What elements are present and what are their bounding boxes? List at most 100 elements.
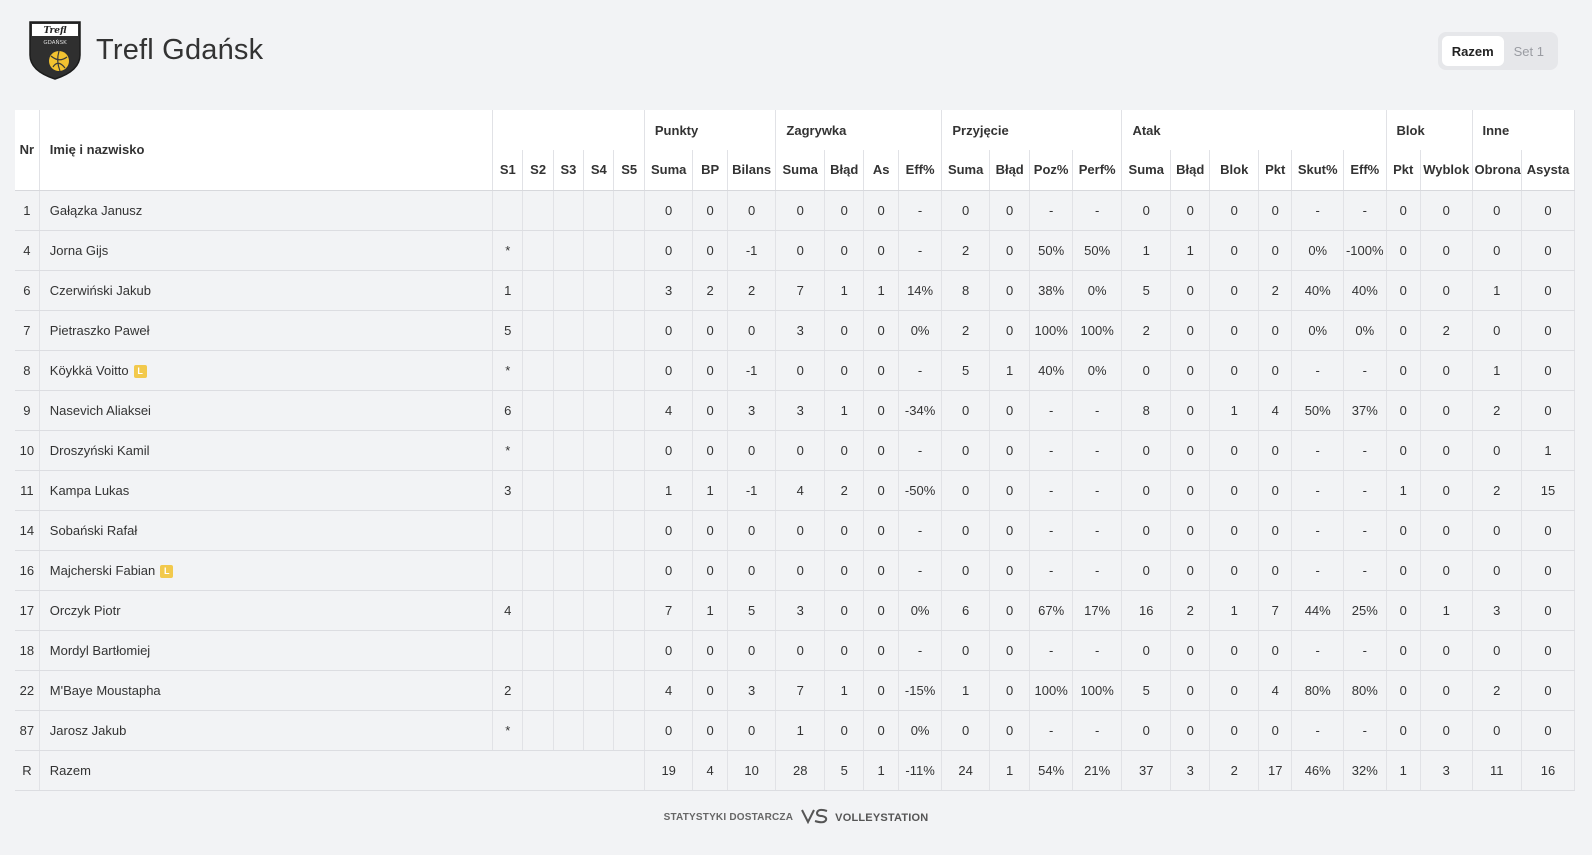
- subheader-0[interactable]: S1: [492, 150, 524, 191]
- set-cell-s2: [522, 350, 554, 391]
- player-name[interactable]: M'Baye Moustapha: [50, 683, 161, 698]
- player-name[interactable]: Orczyk Piotr: [50, 603, 121, 618]
- stat-cell: 0: [1521, 630, 1575, 671]
- subheader-18[interactable]: Blok: [1209, 150, 1260, 191]
- player-name[interactable]: Majcherski Fabian: [50, 563, 156, 578]
- table-row[interactable]: 7 Pietraszko Paweł 5 0 0 0 3 0 0 0% 2 0 100% 100% 2 0 0 0…: [15, 310, 1575, 351]
- player-name[interactable]: Pietraszko Paweł: [50, 323, 150, 338]
- table-row[interactable]: 10 Droszyński Kamil * 0 0 0 0 0 0-0 0- -0 0 0 0- -0 0 0 1: [15, 430, 1575, 471]
- toggle-set-1[interactable]: Set 1: [1504, 36, 1554, 66]
- stat-cell: 1: [1420, 590, 1473, 631]
- player-name[interactable]: Gałązka Janusz: [50, 203, 143, 218]
- total-stat-cell: 54%: [1029, 750, 1073, 791]
- footer-brand[interactable]: VOLLEYSTATION: [835, 812, 928, 824]
- stat-cell: 4: [643, 670, 694, 711]
- subheader-16[interactable]: Suma: [1121, 150, 1172, 191]
- stat-cell: -15%: [898, 670, 943, 711]
- subheader-11[interactable]: Eff%: [898, 150, 943, 191]
- toggle-razem[interactable]: Razem: [1441, 36, 1504, 66]
- set-cell-s3: [553, 310, 585, 351]
- player-name[interactable]: Kampa Lukas: [50, 483, 130, 498]
- stat-cell: 50%: [1029, 230, 1073, 271]
- stat-cell: 0: [643, 230, 694, 271]
- player-name[interactable]: Czerwiński Jakub: [50, 283, 151, 298]
- set-cell-s3: [553, 390, 585, 431]
- table-row[interactable]: 17 Orczyk Piotr 4 7 1 5 3 0 0 0% 6 0 67% 17% 16 2 1 7 44% 2…: [15, 590, 1575, 631]
- table-row[interactable]: 22 M'Baye Moustapha 2 4 0 3 7 1 0 -15% 1 0 100% 100% 5…: [15, 670, 1575, 711]
- table-row[interactable]: 8 Köykkä Voitto L * 0 0 -1 0 0 0-5 1 40% 0% 0 0 0 0- -0 0 1…: [15, 350, 1575, 391]
- set-cell-s3: [553, 430, 585, 471]
- stat-cell: -: [1343, 630, 1387, 671]
- stat-cell: 0: [824, 710, 865, 751]
- stat-cell: 0: [941, 190, 990, 231]
- set-cell-s4: [583, 270, 615, 311]
- table-row[interactable]: 9 Nasevich Aliaksei 6 4 0 3 3 1 0 -34% 0 0- -8 0 1 4 50%…: [15, 390, 1575, 431]
- subheader-14[interactable]: Poz%: [1029, 150, 1073, 191]
- player-name[interactable]: Jorna Gijs: [50, 243, 109, 258]
- stat-cell: -1: [727, 470, 777, 511]
- stat-cell: -: [898, 430, 943, 471]
- player-name[interactable]: Droszyński Kamil: [50, 443, 150, 458]
- stat-cell: 0: [989, 310, 1031, 351]
- table-row[interactable]: 1 Gałązka Janusz 0 0 0 0 0 0-0 0- -0 0 0 0- -0 0 0 0: [15, 190, 1575, 231]
- stat-cell: -: [1029, 430, 1073, 471]
- subheader-25[interactable]: Asysta: [1521, 150, 1575, 191]
- table-row[interactable]: 18 Mordyl Bartłomiej 0 0 0 0 0 0-0 0- -0 0 0 0- -0 0 0 0: [15, 630, 1575, 671]
- stat-cell: 7: [643, 590, 694, 631]
- table-row[interactable]: 11 Kampa Lukas 3 1 1 -1 4 2 0 -50% 0 0- -0 0 0 0- -1 0 2 15: [15, 470, 1575, 511]
- subheader-22[interactable]: Pkt: [1385, 150, 1421, 191]
- stat-cell: 5: [1121, 270, 1172, 311]
- subheader-23[interactable]: Wyblok: [1420, 150, 1473, 191]
- stat-cell: 0: [1209, 670, 1260, 711]
- stat-cell: 0: [727, 310, 777, 351]
- subheader-19[interactable]: Pkt: [1258, 150, 1293, 191]
- subheader-3[interactable]: S4: [583, 150, 615, 191]
- table-row[interactable]: 6 Czerwiński Jakub 1 3 2 2 7 1 1 14% 8 0 38% 0% 5 0 0 2 40…: [15, 270, 1575, 311]
- subheader-2[interactable]: S3: [553, 150, 585, 191]
- subheader-6[interactable]: BP: [692, 150, 728, 191]
- subheader-12[interactable]: Suma: [941, 150, 990, 191]
- header-group-zagrywka: Zagrywka: [775, 110, 943, 150]
- table-row[interactable]: 14 Sobański Rafał 0 0 0 0 0 0-0 0- -0 0 0 0- -0 0 0 0: [15, 510, 1575, 551]
- player-name[interactable]: Köykkä Voitto: [50, 363, 129, 378]
- subheader-5[interactable]: Suma: [643, 150, 694, 191]
- player-name[interactable]: Jarosz Jakub: [50, 723, 127, 738]
- subheader-4[interactable]: S5: [613, 150, 645, 191]
- stat-cell: 6: [941, 590, 990, 631]
- subheader-15[interactable]: Perf%: [1072, 150, 1123, 191]
- table-row[interactable]: 4 Jorna Gijs * 0 0 -1 0 0 0-2 0 50% 50% 1 1 0 0 0% -100% 0…: [15, 230, 1575, 271]
- stat-cell: 0: [1420, 670, 1473, 711]
- stat-cell: -100%: [1343, 230, 1387, 271]
- stat-cell: -1: [727, 350, 777, 391]
- subheader-7[interactable]: Bilans: [727, 150, 777, 191]
- subheader-17[interactable]: Błąd: [1170, 150, 1211, 191]
- set-cell-s1: 4: [492, 590, 524, 631]
- stat-cell: 0: [863, 430, 899, 471]
- subheader-10[interactable]: As: [863, 150, 899, 191]
- subheader-9[interactable]: Błąd: [824, 150, 865, 191]
- total-stat-cell: 46%: [1291, 750, 1345, 791]
- player-name-cell: Czerwiński Jakub: [39, 270, 494, 311]
- stat-cell: -: [1291, 350, 1345, 391]
- stat-cell: -: [1072, 390, 1123, 431]
- stat-cell: 16: [1121, 590, 1172, 631]
- subheader-8[interactable]: Suma: [775, 150, 825, 191]
- subheader-24[interactable]: Obrona: [1471, 150, 1523, 191]
- stat-cell: 0: [1258, 470, 1293, 511]
- table-row[interactable]: 16 Majcherski Fabian L 0 0 0 0 0 0-0 0- -0 0 0 0- -0 0 0…: [15, 550, 1575, 591]
- player-name[interactable]: Sobański Rafał: [50, 523, 137, 538]
- stat-cell: 0: [941, 430, 990, 471]
- player-name[interactable]: Nasevich Aliaksei: [50, 403, 151, 418]
- stat-cell: 0: [863, 350, 899, 391]
- player-name[interactable]: Mordyl Bartłomiej: [50, 643, 150, 658]
- stat-cell: 0: [643, 510, 694, 551]
- header-nr[interactable]: Nr: [15, 110, 40, 191]
- header-name[interactable]: Imię i nazwisko: [39, 110, 494, 191]
- stat-cell: 0: [692, 710, 728, 751]
- subheader-21[interactable]: Eff%: [1343, 150, 1387, 191]
- subheader-1[interactable]: S2: [522, 150, 554, 191]
- set-cell-s4: [583, 590, 615, 631]
- table-row[interactable]: 87 Jarosz Jakub * 0 0 0 1 0 0 0% 0 0- -0 0 0 0- -0 0 0 0: [15, 710, 1575, 751]
- subheader-20[interactable]: Skut%: [1291, 150, 1345, 191]
- subheader-13[interactable]: Błąd: [989, 150, 1031, 191]
